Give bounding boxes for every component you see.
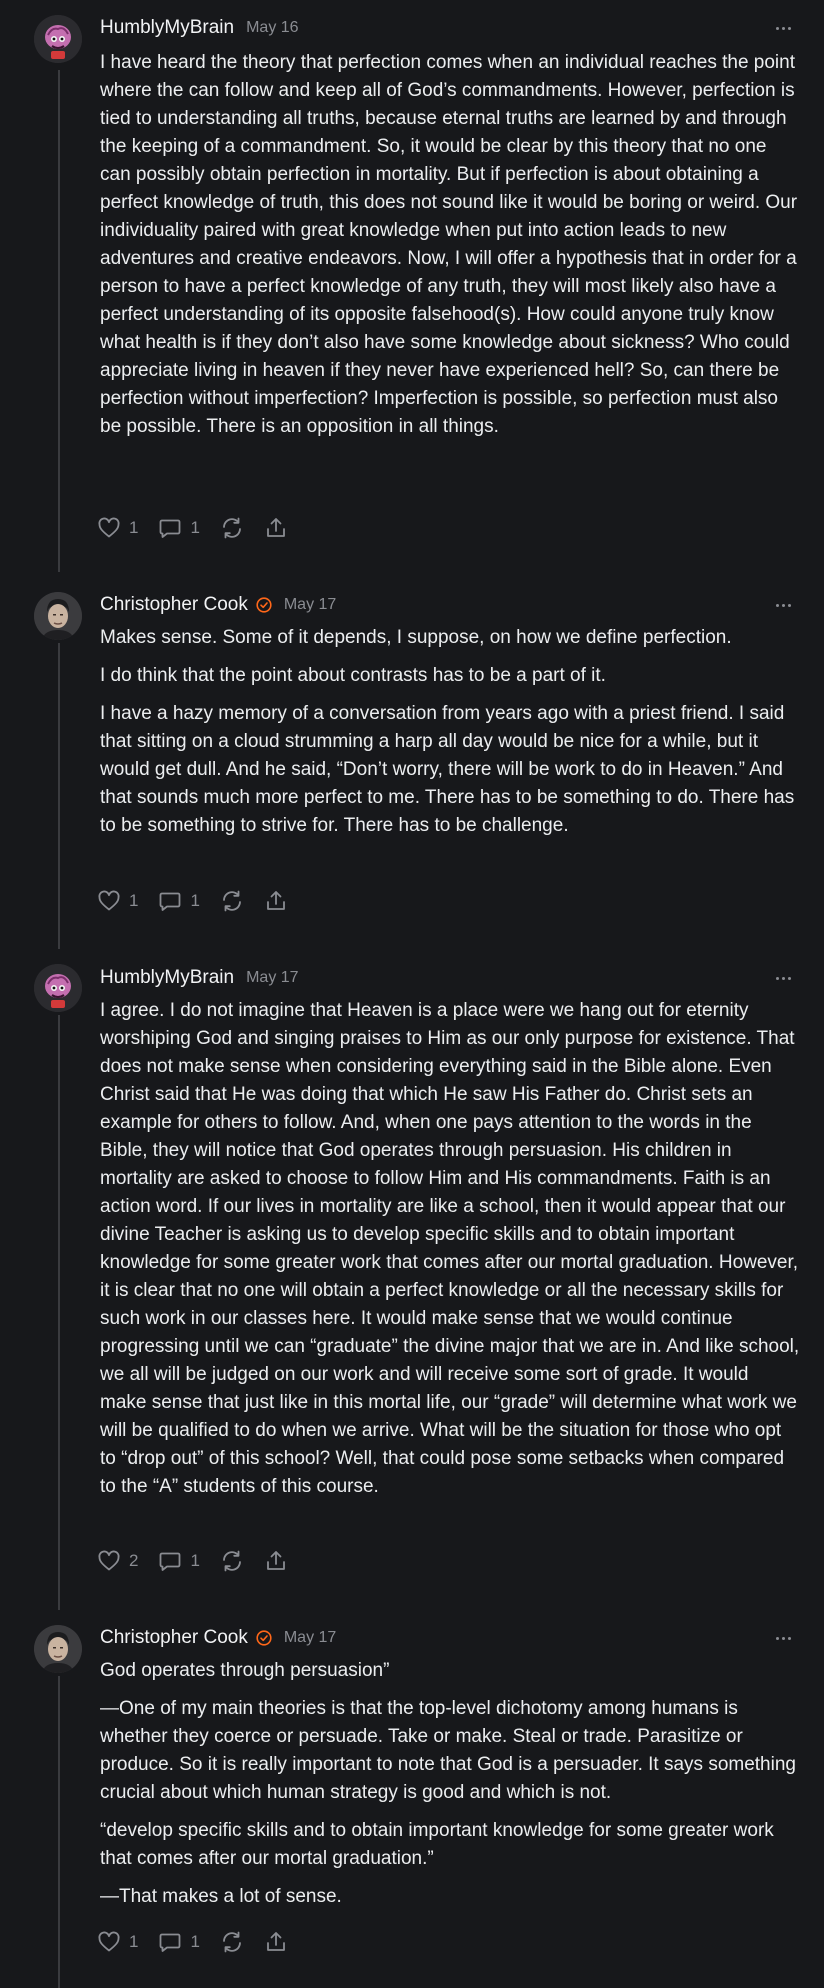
restack-icon [223,517,241,539]
comment-thread: HumblyMyBrain May 16 I have heard the th… [0,0,824,1988]
like-button[interactable]: 1 [97,1930,138,1954]
comment-paragraph: I do think that the point about contrast… [100,665,606,686]
share-button[interactable] [264,889,288,913]
like-count: 1 [129,891,139,910]
comment-paragraph: —That makes a lot of sense. [100,1886,342,1907]
heart-icon [98,890,120,911]
author-name[interactable]: Christopher Cook [100,1627,248,1649]
more-icon[interactable] [772,1626,794,1650]
thread-line [58,1676,60,1988]
avatar[interactable] [34,964,82,1012]
comment-body: God operates through persuasion” —One of… [100,1657,800,1921]
reply-button[interactable]: 1 [158,1549,200,1573]
avatar[interactable] [34,15,82,63]
comment-header: Christopher Cook May 17 [100,593,794,617]
comment-date[interactable]: May 17 [284,596,336,614]
reply-count: 1 [190,891,200,910]
comment-date[interactable]: May 16 [246,19,298,37]
like-count: 1 [129,518,139,537]
comment-icon [160,1933,181,1952]
thread-line [58,643,60,949]
heart-icon [98,517,120,538]
restack-icon [223,890,241,912]
comment-icon [160,1552,181,1571]
comment-paragraph: “develop specific skills and to obtain i… [100,1820,774,1869]
share-button[interactable] [264,516,288,540]
more-icon[interactable] [772,16,794,40]
comment-body: Makes sense. Some of it depends, I suppo… [100,624,800,850]
avatar[interactable] [34,1625,82,1673]
author-name[interactable]: HumblyMyBrain [100,17,234,39]
like-count: 2 [129,1551,139,1570]
avatar[interactable] [34,592,82,640]
humblymybrain-avatar-image [34,15,82,63]
author-name[interactable]: Christopher Cook [100,594,248,616]
restack-button[interactable] [220,889,244,913]
share-button[interactable] [264,1930,288,1954]
comment-paragraph: I have a hazy memory of a conversation f… [100,703,795,836]
share-icon [267,1551,285,1570]
more-icon[interactable] [772,966,794,990]
comment-icon [160,892,181,911]
like-button[interactable]: 1 [97,889,138,913]
comment-paragraph: I have heard the theory that perfection … [100,52,798,437]
comment-paragraph: God operates through persuasion” [100,1660,390,1681]
reply-button[interactable]: 1 [158,889,200,913]
comment-actions: 2 1 [97,1547,308,1575]
restack-button[interactable] [220,1930,244,1954]
reply-count: 1 [190,518,200,537]
comment-date[interactable]: May 17 [246,969,298,987]
heart-icon [98,1931,120,1952]
like-button[interactable]: 2 [97,1549,138,1573]
restack-button[interactable] [220,516,244,540]
thread-line [58,70,60,572]
comment-header: Christopher Cook May 17 [100,1626,794,1650]
heart-icon [98,1550,120,1571]
restack-button[interactable] [220,1549,244,1573]
comment-actions: 1 1 [97,887,308,915]
more-icon[interactable] [772,593,794,617]
comment-paragraph: —One of my main theories is that the top… [100,1698,796,1803]
author-name[interactable]: HumblyMyBrain [100,967,234,989]
share-icon [267,1932,285,1951]
like-button[interactable]: 1 [97,516,138,540]
verified-badge-icon [256,597,272,613]
reply-button[interactable]: 1 [158,1930,200,1954]
restack-icon [223,1550,241,1572]
comment-icon [160,519,181,538]
humblymybrain-avatar-image [34,964,82,1012]
thread-line [58,1015,60,1610]
share-button[interactable] [264,1549,288,1573]
restack-icon [223,1931,241,1953]
comment-actions: 1 1 [97,1928,308,1956]
comment-header: HumblyMyBrain May 16 [100,16,794,40]
comment-paragraph: Makes sense. Some of it depends, I suppo… [100,627,732,648]
verified-badge-icon [256,1630,272,1646]
share-icon [267,891,285,910]
comment-body: I agree. I do not imagine that Heaven is… [100,997,800,1511]
reply-count: 1 [190,1932,200,1951]
comment-paragraph: I agree. I do not imagine that Heaven is… [100,1000,800,1497]
comment-date[interactable]: May 17 [284,1629,336,1647]
christopher-cook-avatar-image [34,1625,82,1673]
christopher-cook-avatar-image [34,592,82,640]
comment-actions: 1 1 [97,514,308,542]
reply-button[interactable]: 1 [158,516,200,540]
comment-body: I have heard the theory that perfection … [100,49,800,451]
like-count: 1 [129,1932,139,1951]
reply-count: 1 [190,1551,200,1570]
comment-header: HumblyMyBrain May 17 [100,966,794,990]
share-icon [267,518,285,537]
